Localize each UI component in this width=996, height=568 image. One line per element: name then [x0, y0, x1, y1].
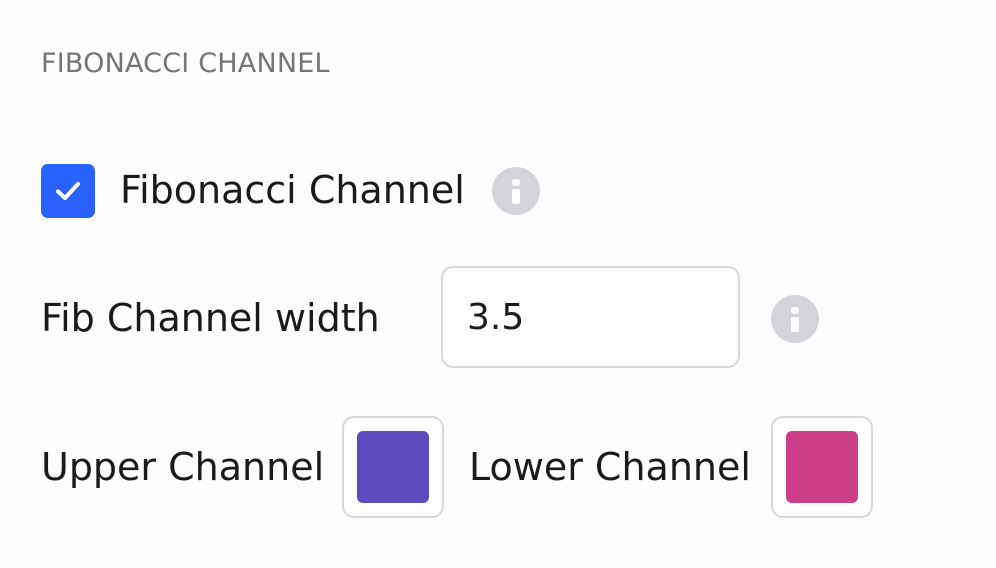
lower-channel-label: Lower Channel	[469, 445, 751, 489]
fibonacci-channel-checkbox[interactable]	[41, 164, 95, 218]
info-icon[interactable]	[492, 167, 540, 215]
checkmark-icon	[56, 182, 80, 200]
lower-channel-color-swatch	[786, 431, 858, 503]
fibonacci-channel-label[interactable]: Fibonacci Channel	[120, 167, 465, 213]
upper-channel-color-swatch	[357, 431, 429, 503]
lower-channel-color-button[interactable]	[771, 416, 873, 518]
info-icon[interactable]	[771, 295, 819, 343]
upper-channel-label: Upper Channel	[41, 445, 325, 489]
section-title: FIBONACCI CHANNEL	[41, 48, 330, 79]
fib-channel-width-input[interactable]	[441, 266, 740, 368]
fib-channel-width-label: Fib Channel width	[41, 296, 380, 340]
upper-channel-color-button[interactable]	[342, 416, 444, 518]
